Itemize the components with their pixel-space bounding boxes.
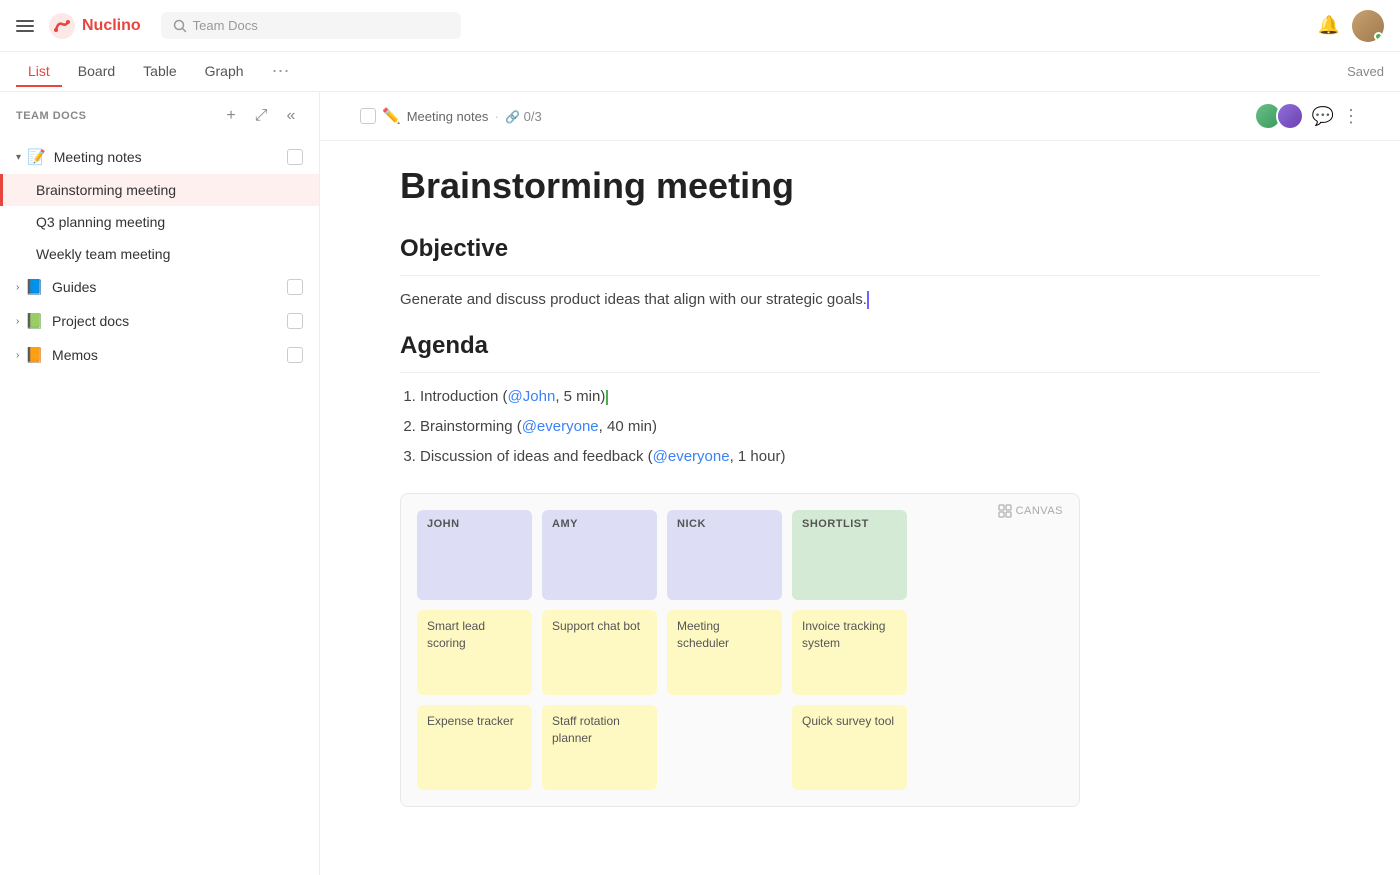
collaborator-avatar-2 <box>1276 102 1304 130</box>
content-area: ✏️ Meeting notes · 🔗 0/3 💬 <box>320 92 1400 875</box>
doc-checkbox[interactable] <box>360 108 376 124</box>
chevron-guides-icon: › <box>16 282 19 293</box>
canvas-card-invoice-tracking[interactable]: Invoice tracking system <box>792 610 907 695</box>
canvas-card-staff-rotation[interactable]: Staff rotation planner <box>542 705 657 790</box>
add-item-button[interactable]: + <box>219 104 243 128</box>
search-icon <box>173 19 187 33</box>
meeting-notes-checkbox[interactable] <box>287 149 303 165</box>
chevron-icon: ▾ <box>16 152 21 163</box>
canvas-card-support-chat[interactable]: Support chat bot <box>542 610 657 695</box>
topbar: Nuclino Team Docs 🔔 <box>0 0 1400 52</box>
breadcrumb[interactable]: Meeting notes <box>407 109 489 124</box>
search-placeholder: Team Docs <box>193 18 258 33</box>
canvas-col-shortlist: SHORTLIST <box>792 510 907 600</box>
chevron-memos-icon: › <box>16 350 19 361</box>
topbar-right: 🔔 <box>1318 10 1384 42</box>
meeting-notes-icon: 📝 <box>27 148 46 166</box>
project-docs-label: Project docs <box>52 313 287 329</box>
mention-everyone-1[interactable]: @everyone <box>522 418 599 435</box>
tab-list[interactable]: List <box>16 57 62 87</box>
agenda-list: Introduction (@John, 5 min) Brainstormin… <box>420 385 1320 469</box>
nav-tabs: List Board Table Graph ⋯ Saved <box>0 52 1400 92</box>
content-toolbar: ✏️ Meeting notes · 🔗 0/3 💬 <box>320 92 1400 141</box>
doc-emoji: ✏️ <box>382 107 401 125</box>
collaborators-avatars <box>1254 102 1304 130</box>
nav-more-button[interactable]: ⋯ <box>264 59 298 84</box>
document-title: Brainstorming meeting <box>400 165 1320 207</box>
hamburger-menu[interactable] <box>16 16 36 36</box>
agenda-item-3: Discussion of ideas and feedback (@every… <box>420 445 1320 469</box>
agenda-heading: Agenda <box>400 332 1320 360</box>
canvas-card-expense-tracker[interactable]: Expense tracker <box>417 705 532 790</box>
progress-icon: 🔗 <box>505 110 520 124</box>
canvas-grid: JOHN AMY NICK SHORTLIST Smart lead scori… <box>417 510 1063 790</box>
tab-table[interactable]: Table <box>131 57 188 87</box>
tab-graph[interactable]: Graph <box>193 57 256 87</box>
notifications-bell[interactable]: 🔔 <box>1318 15 1340 36</box>
objective-heading: Objective <box>400 235 1320 263</box>
mention-john[interactable]: @John <box>508 388 556 405</box>
meeting-notes-label: Meeting notes <box>54 149 287 165</box>
online-indicator <box>1374 32 1383 41</box>
tab-board[interactable]: Board <box>66 57 127 87</box>
canvas-card-smart-lead[interactable]: Smart lead scoring <box>417 610 532 695</box>
agenda-item-1: Introduction (@John, 5 min) <box>420 385 1320 409</box>
sidebar-item-guides[interactable]: › 📘 Guides <box>0 270 319 304</box>
memos-label: Memos <box>52 347 287 363</box>
canvas-col-john: JOHN <box>417 510 532 600</box>
sidebar-item-meeting-notes[interactable]: ▾ 📝 Meeting notes <box>0 140 319 174</box>
expand-button[interactable]: ⤢ <box>249 104 273 128</box>
canvas-label: CANVAS <box>998 504 1063 518</box>
guides-checkbox[interactable] <box>287 279 303 295</box>
sidebar-actions: + ⤢ « <box>219 104 303 128</box>
memos-checkbox[interactable] <box>287 347 303 363</box>
canvas-icon <box>998 504 1012 518</box>
logo-text: Nuclino <box>82 17 141 35</box>
canvas-card-empty <box>667 705 782 790</box>
sidebar-item-q3planning[interactable]: Q3 planning meeting <box>0 206 319 238</box>
mention-everyone-2[interactable]: @everyone <box>653 448 730 465</box>
memos-icon: 📙 <box>25 346 44 364</box>
canvas-col-nick: NICK <box>667 510 782 600</box>
sidebar-title: TEAM DOCS <box>16 110 219 122</box>
more-options-button[interactable]: ⋮ <box>1342 106 1360 127</box>
toolbar-left: ✏️ Meeting notes · 🔗 0/3 <box>360 107 542 125</box>
agenda-item-2: Brainstorming (@everyone, 40 min) <box>420 415 1320 439</box>
saved-status: Saved <box>1347 64 1384 79</box>
text-cursor <box>867 291 869 309</box>
sidebar-section-meeting-notes: ▾ 📝 Meeting notes Brainstorming meeting … <box>0 140 319 270</box>
logo: Nuclino <box>48 12 141 40</box>
canvas-card-meeting-scheduler[interactable]: Meeting scheduler <box>667 610 782 695</box>
weekly-meeting-label: Weekly team meeting <box>36 246 303 262</box>
toolbar-separator: · <box>494 108 499 124</box>
sidebar-header: TEAM DOCS + ⤢ « <box>0 92 319 140</box>
main-layout: TEAM DOCS + ⤢ « ▾ 📝 Meeting notes Brains… <box>0 92 1400 875</box>
canvas-col-amy: AMY <box>542 510 657 600</box>
collapse-sidebar-button[interactable]: « <box>279 104 303 128</box>
user-avatar[interactable] <box>1352 10 1384 42</box>
objective-body: Generate and discuss product ideas that … <box>400 288 1320 312</box>
q3planning-label: Q3 planning meeting <box>36 214 303 230</box>
project-docs-checkbox[interactable] <box>287 313 303 329</box>
progress-indicator: 🔗 0/3 <box>505 109 542 124</box>
search-bar[interactable]: Team Docs <box>161 12 461 39</box>
brainstorming-label: Brainstorming meeting <box>36 182 303 198</box>
toolbar-right: 💬 ⋮ <box>1254 102 1360 130</box>
sidebar-item-memos[interactable]: › 📙 Memos <box>0 338 319 372</box>
sidebar-item-project-docs[interactable]: › 📗 Project docs <box>0 304 319 338</box>
sidebar-item-weekly-meeting[interactable]: Weekly team meeting <box>0 238 319 270</box>
document-body: Brainstorming meeting Objective Generate… <box>320 141 1400 875</box>
canvas-container: CANVAS JOHN AMY NICK SHORTLIST Smart lea… <box>400 493 1080 807</box>
sidebar: TEAM DOCS + ⤢ « ▾ 📝 Meeting notes Brains… <box>0 92 320 875</box>
sidebar-item-brainstorming[interactable]: Brainstorming meeting <box>0 174 319 206</box>
guides-icon: 📘 <box>25 278 44 296</box>
chat-button[interactable]: 💬 <box>1312 106 1334 127</box>
canvas-card-quick-survey[interactable]: Quick survey tool <box>792 705 907 790</box>
chevron-projectdocs-icon: › <box>16 316 19 327</box>
project-docs-icon: 📗 <box>25 312 44 330</box>
guides-label: Guides <box>52 279 287 295</box>
